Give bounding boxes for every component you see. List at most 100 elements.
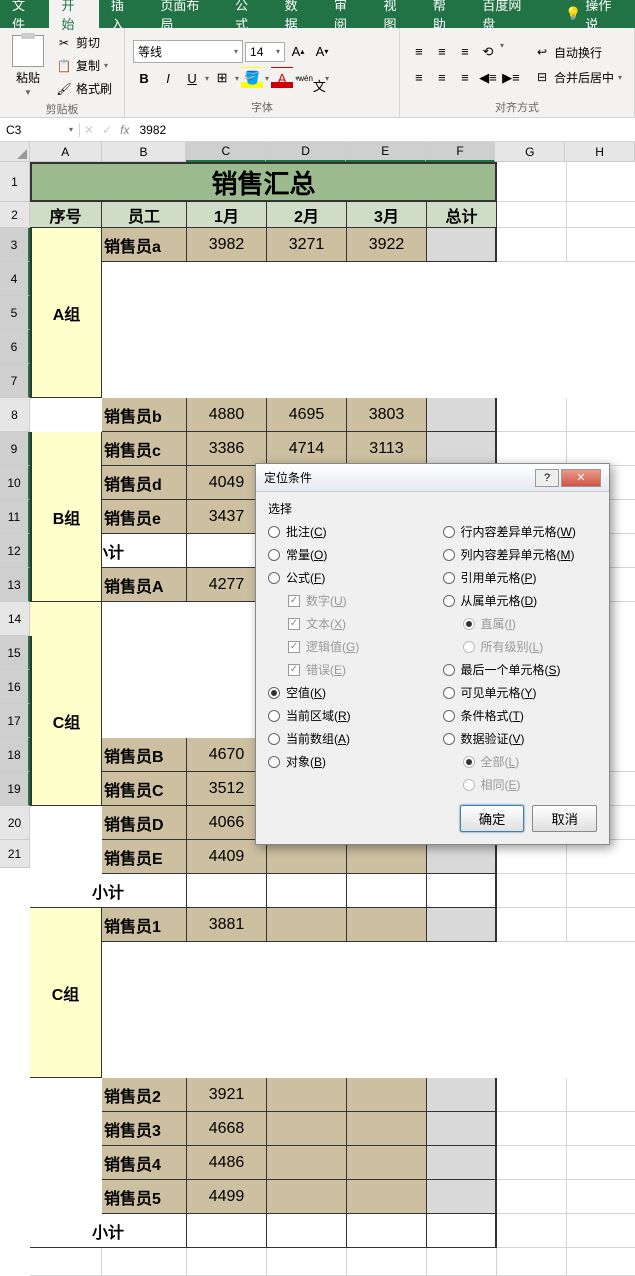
val-cell[interactable]: 4714	[267, 432, 347, 466]
align-left-button[interactable]: ≡	[408, 67, 430, 89]
cell[interactable]	[187, 1248, 267, 1276]
val-cell[interactable]	[267, 840, 347, 874]
subtotal-cell[interactable]	[267, 1214, 347, 1248]
dlg-opt[interactable]: 条件格式(T)	[443, 707, 598, 724]
cell[interactable]	[567, 1146, 635, 1180]
val-cell[interactable]: 3386	[187, 432, 267, 466]
emp-cell[interactable]: 销售员B	[102, 738, 187, 772]
row-header-12[interactable]: 12	[0, 534, 30, 568]
increase-font-button[interactable]: A▴	[287, 41, 309, 63]
val-cell[interactable]: 3803	[347, 398, 427, 432]
val-cell[interactable]	[267, 1112, 347, 1146]
merge-button[interactable]: ⊟合并后居中▾	[530, 67, 626, 88]
col-header-D[interactable]: D	[266, 142, 346, 162]
header-0[interactable]: 序号	[30, 202, 102, 228]
total-cell[interactable]	[427, 228, 497, 262]
format-painter-button[interactable]: 🖌格式刷	[52, 78, 116, 99]
subtotal-cell[interactable]	[187, 874, 267, 908]
total-cell[interactable]	[427, 908, 497, 942]
row-header-15[interactable]: 15	[0, 636, 30, 670]
tab-8[interactable]: 帮助	[421, 0, 470, 28]
cancel-formula-icon[interactable]: ✕	[84, 123, 94, 137]
increase-indent-button[interactable]: ▶≡	[500, 67, 522, 89]
cell[interactable]	[497, 1214, 567, 1248]
subtotal-cell[interactable]	[347, 1214, 427, 1248]
tell-me[interactable]: 💡操作说	[553, 0, 635, 28]
underline-button[interactable]: U	[181, 67, 203, 89]
group-2[interactable]: C组	[30, 908, 102, 1078]
val-cell[interactable]	[267, 1078, 347, 1112]
cell[interactable]	[497, 398, 567, 432]
emp-cell[interactable]: 销售员2	[102, 1078, 187, 1112]
align-center-button[interactable]: ≡	[431, 67, 453, 89]
header-5[interactable]: 总计	[427, 202, 497, 228]
cell[interactable]	[102, 1248, 187, 1276]
cell[interactable]	[567, 228, 635, 262]
val-cell[interactable]: 3982	[187, 228, 267, 262]
val-cell[interactable]	[267, 1146, 347, 1180]
tab-2[interactable]: 插入	[99, 0, 148, 28]
tab-1[interactable]: 开始	[49, 0, 98, 28]
group-cell-0[interactable]: A组	[30, 228, 102, 398]
bold-button[interactable]: B	[133, 67, 155, 89]
total-cell[interactable]	[427, 1112, 497, 1146]
dlg-opt[interactable]: 从属单元格(D)	[443, 592, 598, 609]
cell[interactable]	[567, 908, 635, 942]
dlg-opt[interactable]: 常量(O)	[268, 546, 423, 563]
row-header-9[interactable]: 9	[0, 432, 30, 466]
tab-0[interactable]: 文件	[0, 0, 49, 28]
dlg-opt[interactable]: 当前区域(R)	[268, 707, 423, 724]
formula-input[interactable]: 3982	[133, 123, 635, 137]
emp-cell[interactable]: 销售员1	[102, 908, 187, 942]
cell[interactable]	[567, 432, 635, 466]
val-cell[interactable]	[347, 1112, 427, 1146]
name-box[interactable]: C3▾	[0, 123, 80, 137]
val-cell[interactable]	[347, 1078, 427, 1112]
header-2[interactable]: 1月	[187, 202, 267, 228]
val-cell[interactable]	[347, 1180, 427, 1214]
dlg-opt[interactable]: 数据验证(V)	[443, 730, 598, 747]
val-cell[interactable]	[347, 908, 427, 942]
row-header-13[interactable]: 13	[0, 568, 30, 602]
dlg-opt[interactable]: 对象(B)	[268, 753, 423, 770]
decrease-font-button[interactable]: A▾	[311, 41, 333, 63]
cell[interactable]	[567, 1078, 635, 1112]
font-name-combo[interactable]: 等线▾	[133, 40, 243, 63]
val-cell[interactable]	[267, 1180, 347, 1214]
row-header-1[interactable]: 1	[0, 162, 30, 202]
cell[interactable]	[267, 1248, 347, 1276]
val-cell[interactable]: 4499	[187, 1180, 267, 1214]
enter-formula-icon[interactable]: ✓	[102, 123, 112, 137]
align-middle-button[interactable]: ≡	[431, 41, 453, 63]
cell[interactable]	[567, 398, 635, 432]
dlg-opt[interactable]: 列内容差异单元格(M)	[443, 546, 598, 563]
col-header-B[interactable]: B	[102, 142, 187, 162]
col-header-A[interactable]: A	[30, 142, 102, 162]
row-header-5[interactable]: 5	[0, 296, 30, 330]
paste-button[interactable]: 粘贴 ▼	[8, 33, 48, 99]
header-1[interactable]: 员工	[102, 202, 187, 228]
total-cell[interactable]	[427, 432, 497, 466]
tab-3[interactable]: 页面布局	[148, 0, 223, 28]
cell[interactable]	[567, 874, 635, 908]
header-3[interactable]: 2月	[267, 202, 347, 228]
total-cell[interactable]	[427, 1180, 497, 1214]
total-cell[interactable]	[427, 840, 497, 874]
dlg-opt[interactable]: 行内容差异单元格(W)	[443, 523, 598, 540]
dialog-titlebar[interactable]: 定位条件 ? ✕	[256, 464, 609, 492]
subtotal-cell[interactable]	[347, 874, 427, 908]
emp-cell[interactable]: 销售员A	[102, 568, 187, 602]
tab-4[interactable]: 公式	[223, 0, 272, 28]
cell[interactable]	[567, 1180, 635, 1214]
cell[interactable]	[497, 162, 567, 202]
row-header-17[interactable]: 17	[0, 704, 30, 738]
italic-button[interactable]: I	[157, 67, 179, 89]
dlg-opt[interactable]: 空值(K)	[268, 684, 423, 701]
emp-cell[interactable]: 销售员e	[102, 500, 187, 534]
row-header-6[interactable]: 6	[0, 330, 30, 364]
cell[interactable]	[30, 1248, 102, 1276]
emp-cell[interactable]: 销售员C	[102, 772, 187, 806]
val-cell[interactable]: 4486	[187, 1146, 267, 1180]
row-header-16[interactable]: 16	[0, 670, 30, 704]
total-cell[interactable]	[427, 398, 497, 432]
